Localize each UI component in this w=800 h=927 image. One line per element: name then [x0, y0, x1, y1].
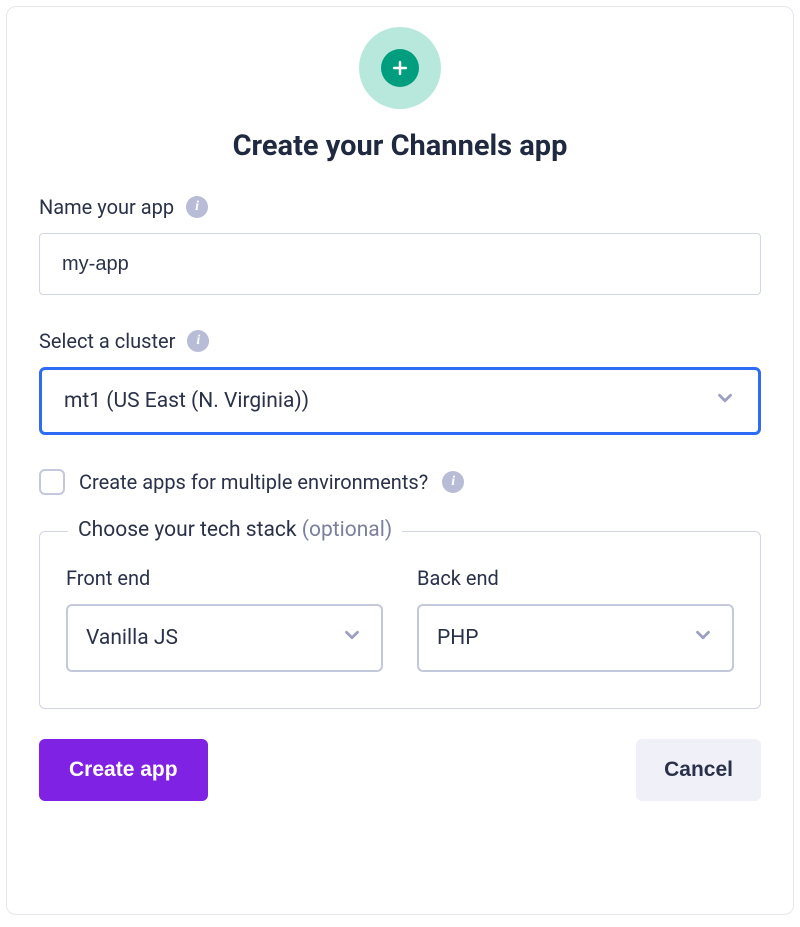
- chevron-down-icon: [341, 624, 363, 652]
- plus-icon: [381, 49, 419, 87]
- cluster-field-label: Select a cluster: [39, 329, 175, 353]
- tech-stack-optional: (optional): [302, 518, 392, 542]
- create-app-button[interactable]: Create app: [39, 739, 208, 801]
- front-end-select[interactable]: Vanilla JS: [66, 604, 383, 672]
- multi-env-label: Create apps for multiple environments?: [79, 470, 428, 494]
- chevron-down-icon: [714, 387, 736, 415]
- info-icon[interactable]: i: [442, 471, 464, 493]
- name-field-label-row: Name your app i: [39, 195, 761, 219]
- tech-stack-row: Front end Vanilla JS Back end PHP: [66, 566, 734, 672]
- cluster-field-group: Select a cluster i mt1 (US East (N. Virg…: [39, 329, 761, 435]
- back-end-label: Back end: [417, 566, 734, 590]
- name-field-group: Name your app i: [39, 195, 761, 295]
- tech-stack-fieldset: Choose your tech stack (optional) Front …: [39, 531, 761, 709]
- button-row: Create app Cancel: [39, 739, 761, 801]
- back-end-selected: PHP: [437, 626, 478, 650]
- info-icon[interactable]: i: [186, 196, 208, 218]
- name-field-label: Name your app: [39, 195, 174, 219]
- create-app-card: Create your Channels app Name your app i…: [6, 6, 794, 915]
- tech-stack-legend-text: Choose your tech stack: [78, 518, 297, 542]
- chevron-down-icon: [692, 624, 714, 652]
- front-end-selected: Vanilla JS: [86, 626, 178, 650]
- header-icon-circle: [359, 27, 441, 109]
- front-end-col: Front end Vanilla JS: [66, 566, 383, 672]
- page-title: Create your Channels app: [39, 129, 761, 163]
- cluster-selected-value: mt1 (US East (N. Virginia)): [64, 389, 309, 413]
- cluster-field-label-row: Select a cluster i: [39, 329, 761, 353]
- tech-stack-legend: Choose your tech stack (optional): [68, 518, 402, 542]
- back-end-col: Back end PHP: [417, 566, 734, 672]
- cluster-select[interactable]: mt1 (US East (N. Virginia)): [39, 367, 761, 435]
- cancel-button[interactable]: Cancel: [636, 739, 761, 801]
- front-end-label: Front end: [66, 566, 383, 590]
- multi-env-checkbox[interactable]: [39, 469, 65, 495]
- multi-env-row: Create apps for multiple environments? i: [39, 469, 761, 495]
- back-end-select[interactable]: PHP: [417, 604, 734, 672]
- header-icon-wrap: [39, 27, 761, 109]
- app-name-input[interactable]: [39, 233, 761, 295]
- info-icon[interactable]: i: [187, 330, 209, 352]
